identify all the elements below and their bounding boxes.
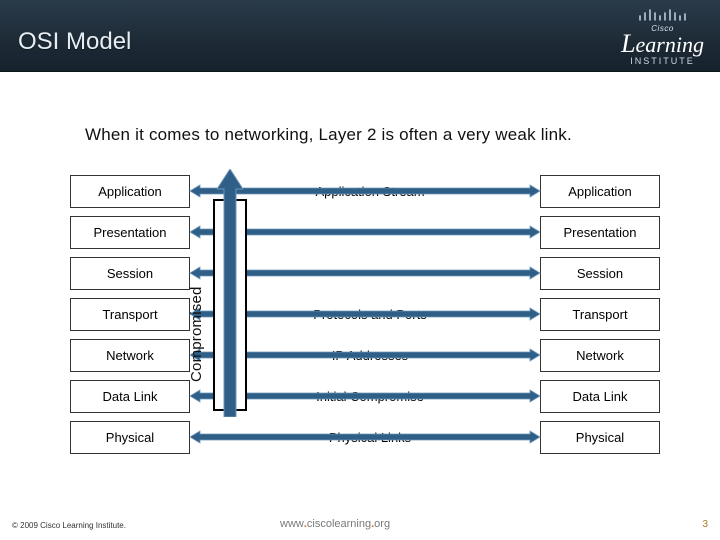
layer-box: Transport (540, 298, 660, 331)
layer-box: Presentation (70, 216, 190, 249)
url-part: www (280, 518, 304, 530)
url-part: ciscolearning (307, 518, 371, 530)
brand-sub-text: INSTITUTE (621, 56, 704, 66)
layer-box: Transport (70, 298, 190, 331)
mid-label: Initial Compromise (255, 380, 485, 413)
layer-box: Network (70, 339, 190, 372)
brand-text: LLearningearning (621, 33, 704, 56)
footer: © 2009 Cisco Learning Institute. www.cis… (0, 516, 720, 540)
osi-diagram: Application Presentation Session Transpo… (70, 175, 660, 485)
url-part: org (374, 518, 390, 530)
brand-logo: Cisco LLearningearning INSTITUTE (621, 6, 704, 66)
mid-label: IP Addresses (255, 339, 485, 372)
page-title: OSI Model (18, 28, 131, 56)
slide: OSI Model Cisco LLearningearning INSTITU… (0, 0, 720, 540)
mid-label (255, 216, 485, 249)
mid-label: Protocols and Ports (255, 298, 485, 331)
compromised-arrow-icon (217, 169, 243, 417)
footer-url: www.ciscolearning.org (280, 518, 390, 530)
mid-label: Physical Links (255, 421, 485, 454)
left-stack: Application Presentation Session Transpo… (70, 175, 190, 462)
layer-box: Application (540, 175, 660, 208)
header-bar: OSI Model Cisco LLearningearning INSTITU… (0, 0, 720, 72)
mid-label (255, 257, 485, 290)
cisco-bars-icon (636, 6, 690, 22)
layer-box: Session (70, 257, 190, 290)
subtitle-text: When it comes to networking, Layer 2 is … (85, 125, 572, 145)
layer-box: Network (540, 339, 660, 372)
layer-box: Physical (70, 421, 190, 454)
right-stack: Application Presentation Session Transpo… (540, 175, 660, 462)
page-number: 3 (702, 519, 708, 530)
compromised-label: Compromised (188, 286, 205, 382)
layer-box: Data Link (70, 380, 190, 413)
layer-box: Physical (540, 421, 660, 454)
layer-box: Application (70, 175, 190, 208)
mid-label: Application Stream (255, 175, 485, 208)
copyright-text: © 2009 Cisco Learning Institute. (12, 521, 126, 530)
layer-box: Session (540, 257, 660, 290)
middle-labels: Application Stream Protocols and Ports I… (255, 175, 485, 462)
layer-box: Data Link (540, 380, 660, 413)
layer-box: Presentation (540, 216, 660, 249)
